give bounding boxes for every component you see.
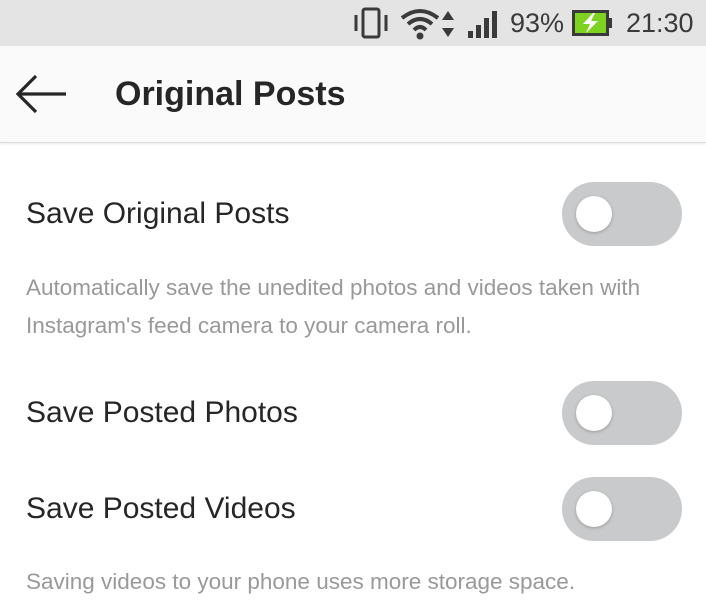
toggle-knob: [576, 491, 612, 527]
back-button[interactable]: [10, 68, 70, 120]
save-original-posts-description: Automatically save the unedited photos a…: [26, 275, 641, 338]
battery-charging-icon: [572, 10, 612, 36]
app-bar: Original Posts: [0, 46, 706, 143]
clock: 21:30: [626, 8, 694, 38]
save-posted-videos-toggle[interactable]: [562, 477, 682, 541]
save-original-posts-label: Save Original Posts: [26, 197, 290, 230]
status-bar: 93% 21:30: [0, 0, 706, 46]
save-posted-videos-label: Save Posted Videos: [26, 492, 296, 525]
arrow-left-icon: [15, 74, 66, 114]
battery-percent: 93%: [510, 8, 565, 38]
vibrate-icon: [354, 7, 388, 39]
data-arrows-icon: [442, 11, 454, 37]
save-posted-photos-toggle[interactable]: [562, 381, 682, 445]
signal-icon: [468, 11, 497, 38]
save-posted-photos-label: Save Posted Photos: [26, 396, 298, 429]
toggle-knob: [576, 395, 612, 431]
toggle-knob: [576, 196, 612, 232]
page-title: Original Posts: [115, 75, 346, 113]
save-posted-videos-description: Saving videos to your phone uses more st…: [26, 569, 576, 594]
save-original-posts-toggle[interactable]: [562, 182, 682, 246]
wifi-icon: [400, 9, 440, 40]
